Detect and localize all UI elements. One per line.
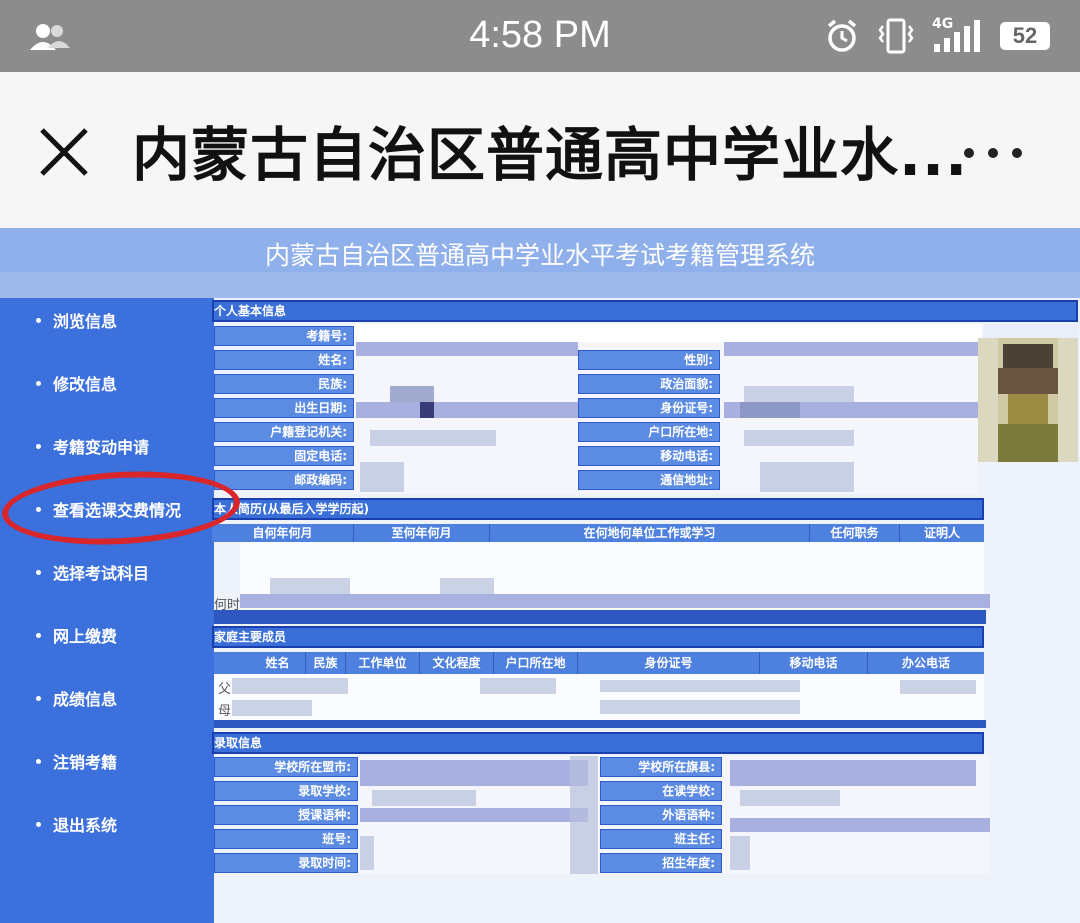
section-admission: 录取信息	[212, 732, 984, 754]
column-header: 户口所在地	[494, 652, 578, 674]
redacted-value	[420, 402, 434, 418]
status-bar: 4:58 PM 4G 52	[0, 0, 1080, 72]
label: 性别:	[578, 350, 720, 370]
more-options-icon[interactable]	[964, 148, 1022, 158]
sidebar-item-scores[interactable]: 成绩信息	[36, 686, 117, 710]
redacted-value	[360, 760, 588, 786]
redacted-value	[730, 818, 990, 832]
sidebar-item-logout[interactable]: 退出系统	[36, 812, 117, 836]
divider	[214, 610, 986, 624]
sidebar: 浏览信息 修改信息 考籍变动申请 查看选课交费情况 选择考试科目 网上缴费 成绩…	[0, 298, 214, 923]
redacted-value	[600, 680, 800, 692]
sidebar-item-change-request[interactable]: 考籍变动申请	[36, 434, 149, 458]
label: 授课语种:	[214, 805, 358, 825]
redacted-value	[480, 678, 556, 694]
redacted-value	[744, 430, 854, 446]
column-header: 办公电话	[868, 652, 984, 674]
column-header: 民族	[306, 652, 346, 674]
sidebar-item-online-payment[interactable]: 网上缴费	[36, 623, 117, 647]
label: 班号:	[214, 829, 358, 849]
label: 身份证号:	[578, 398, 720, 418]
redacted-value	[356, 402, 578, 418]
label: 邮政编码:	[214, 470, 354, 490]
redacted-value	[570, 756, 598, 874]
label: 招生年度:	[600, 853, 722, 873]
column-header: 工作单位	[346, 652, 420, 674]
redacted-value	[360, 836, 374, 870]
status-icons: 4G 52	[824, 16, 1050, 56]
label: 姓名:	[214, 350, 354, 370]
redacted-value	[356, 342, 578, 356]
signal-icon: 4G	[932, 16, 982, 54]
alarm-icon	[827, 19, 857, 52]
family-row-father: 父	[218, 682, 232, 697]
label: 录取时间:	[214, 853, 358, 873]
section-family: 家庭主要成员	[212, 626, 984, 648]
label: 录取学校:	[214, 781, 358, 801]
sidebar-item-browse[interactable]: 浏览信息	[36, 308, 117, 332]
column-header: 证明人	[900, 524, 984, 542]
column-header: 身份证号	[578, 652, 760, 674]
label: 考籍号:	[214, 326, 354, 346]
column-header: 至何年何月	[354, 524, 490, 542]
divider	[214, 720, 986, 728]
column-header: 任何职务	[810, 524, 900, 542]
resume-header-row: 自何年何月 至何年何月 在何地何单位工作或学习 任何职务 证明人	[212, 524, 984, 542]
sidebar-item-select-subjects[interactable]: 选择考试科目	[36, 560, 149, 584]
label: 移动电话:	[578, 446, 720, 466]
redacted-value	[730, 760, 976, 786]
section-resume: 本人简历(从最后入学学历起)	[212, 498, 984, 520]
redacted-value	[240, 594, 990, 608]
redacted-value	[744, 386, 854, 402]
system-title: 内蒙古自治区普通高中学业水平考试考籍管理系统	[264, 241, 815, 270]
field-value	[352, 324, 982, 342]
redacted-value	[360, 462, 404, 492]
redacted-value	[232, 700, 312, 716]
redacted-value	[440, 578, 494, 594]
label: 出生日期:	[214, 398, 354, 418]
redacted-value	[760, 462, 854, 492]
label: 户籍登记机关:	[214, 422, 354, 442]
sidebar-item-modify[interactable]: 修改信息	[36, 371, 117, 395]
family-header-row: 姓名 民族 工作单位 文化程度 户口所在地 身份证号 移动电话 办公电话	[214, 652, 984, 674]
label: 户口所在地:	[578, 422, 720, 442]
redacted-value	[900, 680, 976, 694]
battery-icon: 52	[1000, 22, 1050, 50]
column-header: 在何地何单位工作或学习	[490, 524, 810, 542]
label: 班主任:	[600, 829, 722, 849]
redacted-value	[724, 342, 978, 356]
redacted-value	[600, 700, 800, 714]
student-photo	[978, 338, 1078, 462]
column-header: 文化程度	[420, 652, 494, 674]
close-icon[interactable]	[38, 126, 90, 178]
label: 学校所在盟市:	[214, 757, 358, 777]
column-header: 移动电话	[760, 652, 868, 674]
section-basic-info: 个人基本信息	[212, 300, 1078, 322]
system-header: 内蒙古自治区普通高中学业水平考试考籍管理系统	[0, 228, 1080, 298]
title-bar: 内蒙古自治区普通高中学业水...	[0, 72, 1080, 228]
sidebar-item-cancel[interactable]: 注销考籍	[36, 749, 117, 773]
redacted-value	[740, 402, 800, 418]
page-title: 内蒙古自治区普通高中学业水...	[132, 121, 969, 189]
column-header: 自何年何月	[212, 524, 354, 542]
family-row-mother: 母	[218, 704, 232, 719]
redacted-value	[390, 386, 434, 402]
redacted-value	[740, 790, 840, 806]
redacted-value	[232, 678, 348, 694]
redacted-value	[372, 790, 476, 806]
label: 外语语种:	[600, 805, 722, 825]
redacted-value	[360, 808, 588, 822]
label: 民族:	[214, 374, 354, 394]
redacted-value	[370, 430, 496, 446]
label: 在读学校:	[600, 781, 722, 801]
redacted-value	[730, 836, 750, 870]
vibrate-icon	[878, 18, 914, 54]
redacted-value	[270, 578, 350, 594]
label: 通信地址:	[578, 470, 720, 490]
label: 固定电话:	[214, 446, 354, 466]
column-header: 姓名	[250, 652, 306, 674]
label: 学校所在旗县:	[600, 757, 722, 777]
label: 政治面貌:	[578, 374, 720, 394]
